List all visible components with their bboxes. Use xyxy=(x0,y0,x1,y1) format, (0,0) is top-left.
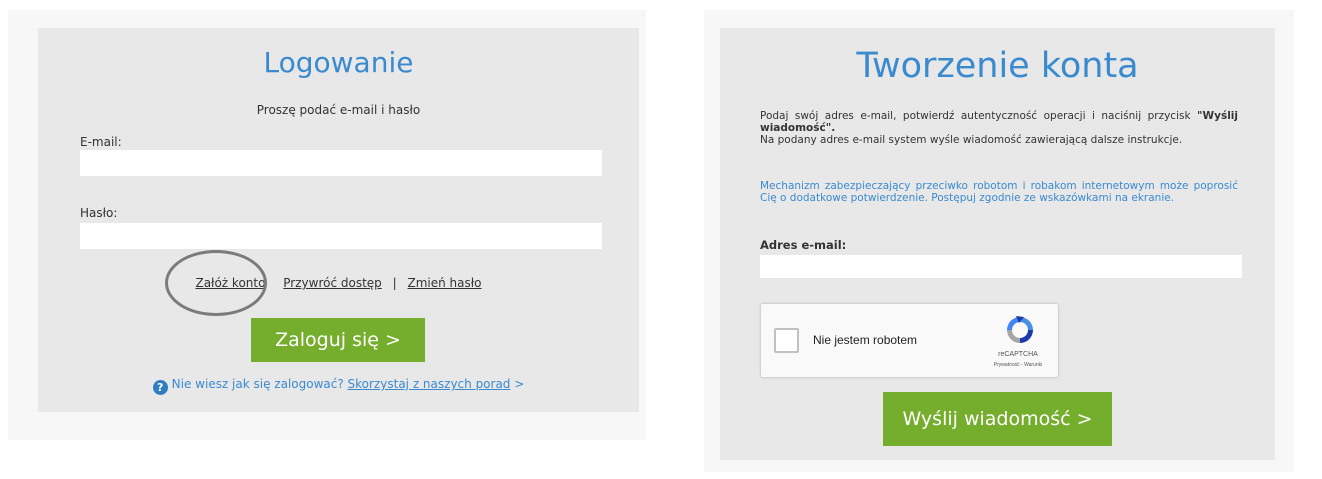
link-separator: | xyxy=(392,276,397,290)
send-message-button[interactable]: Wyślij wiadomość > xyxy=(883,392,1112,446)
register-panel: Tworzenie konta Podaj swój adres e-mail,… xyxy=(720,28,1275,460)
login-title: Logowanie xyxy=(263,46,414,79)
captcha-brand: reCAPTCHA xyxy=(998,351,1038,358)
change-password-link[interactable]: Zmień hasło xyxy=(408,276,482,290)
register-instructions: Podaj swój adres e-mail, potwierdź auten… xyxy=(760,110,1238,146)
captcha-label: Nie jestem robotem xyxy=(813,333,918,347)
account-links: Załóż konto Przywróć dostęp | Zmień hasł… xyxy=(38,276,639,290)
create-account-link[interactable]: Załóż konto xyxy=(195,276,265,290)
page: Logowanie Proszę podać e-mail i hasło E-… xyxy=(0,0,1322,479)
security-note: Mechanizm zabezpieczający przeciwko robo… xyxy=(760,180,1238,204)
help-question: Nie wiesz jak się zalogować? xyxy=(171,377,344,391)
instructions-text: Podaj swój adres e-mail, potwierdź auten… xyxy=(760,110,1191,122)
password-label: Hasło: xyxy=(80,206,118,220)
question-circle-icon: ? xyxy=(152,380,168,395)
captcha-terms-link[interactable]: Prywatność - Warunki xyxy=(966,362,1070,368)
login-subtitle: Proszę podać e-mail i hasło xyxy=(256,103,421,117)
help-link[interactable]: Skorzystaj z naszych porad xyxy=(348,377,511,391)
captcha-checkbox[interactable] xyxy=(774,328,799,353)
instructions-text-2: Na podany adres e-mail system wyśle wiad… xyxy=(760,134,1183,146)
register-email-label: Adres e-mail: xyxy=(760,238,847,252)
login-panel: Logowanie Proszę podać e-mail i hasło E-… xyxy=(38,28,639,412)
help-row: ? Nie wiesz jak się zalogować? Skorzystaj… xyxy=(38,377,639,395)
email-input[interactable] xyxy=(80,150,602,176)
register-email-input[interactable] xyxy=(760,255,1242,278)
recaptcha-widget: Nie jestem robotem reCAPTCHA Prywatność … xyxy=(760,303,1059,378)
register-title: Tworzenie konta xyxy=(856,46,1139,86)
password-input[interactable] xyxy=(80,223,602,249)
recaptcha-logo-icon xyxy=(1007,316,1033,343)
help-arrow: > xyxy=(514,377,525,391)
login-button[interactable]: Zaloguj się > xyxy=(251,318,425,362)
restore-access-link[interactable]: Przywróć dostęp xyxy=(283,276,382,290)
email-label: E-mail: xyxy=(80,135,122,149)
